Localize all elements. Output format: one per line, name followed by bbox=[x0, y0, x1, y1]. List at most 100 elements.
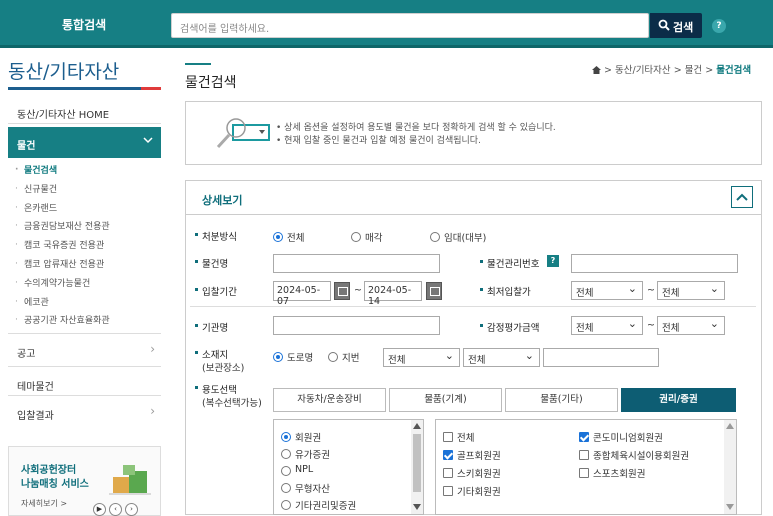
chevron-up-icon bbox=[143, 135, 153, 148]
subcategory-checkbox-sports[interactable] bbox=[579, 468, 589, 478]
category-radio-intangible[interactable] bbox=[281, 483, 291, 493]
category-radio-npl[interactable] bbox=[281, 466, 291, 476]
submenu-item-securities[interactable]: 캠코 국유증권 전용관 bbox=[14, 240, 164, 260]
sidebar-item-results[interactable]: 입찰결과 › bbox=[8, 395, 161, 428]
usage-label: 용도선택 bbox=[195, 382, 237, 396]
chevron-right-icon: › bbox=[150, 404, 155, 418]
checkbox-label: 종합체육시설이용회원권 bbox=[593, 451, 690, 462]
disposal-all-radio[interactable] bbox=[273, 232, 283, 242]
search-input[interactable]: 검색어를 입력하세요. bbox=[171, 13, 649, 38]
search-placeholder: 검색어를 입력하세요. bbox=[180, 24, 270, 35]
breadcrumb-item[interactable]: 물건 bbox=[685, 65, 702, 76]
min-bid-to-select[interactable]: 전체 bbox=[657, 281, 725, 300]
subcategory-checkbox-all[interactable] bbox=[443, 432, 453, 442]
banner-prev-button[interactable]: ‹ bbox=[109, 503, 122, 516]
submenu-item-search[interactable]: 물건검색 bbox=[14, 165, 164, 185]
min-bid-label: 최저입찰가 bbox=[480, 284, 531, 298]
scrollbar[interactable] bbox=[724, 420, 736, 514]
address-input[interactable] bbox=[543, 348, 659, 367]
banner-next-button[interactable]: › bbox=[125, 503, 138, 516]
appraisal-to-select[interactable]: 전체 bbox=[657, 316, 725, 335]
tab-goods-machinery[interactable]: 물품(기계) bbox=[389, 388, 502, 412]
submenu: 물건검색 신규물건 온카랜드 금융권담보재산 전용관 캠코 국유증권 전용관 캠… bbox=[14, 165, 164, 335]
submenu-item-onbid[interactable]: 온카랜드 bbox=[14, 203, 164, 223]
radio-label: 지번 bbox=[342, 353, 360, 364]
appraisal-from-select[interactable]: 전체 bbox=[571, 316, 643, 335]
title-underline bbox=[8, 87, 161, 90]
submenu-item-financial[interactable]: 금융권담보재산 전용관 bbox=[14, 221, 164, 241]
scroll-down-icon[interactable] bbox=[726, 504, 734, 510]
province-select[interactable]: 전체 bbox=[383, 348, 460, 367]
collapse-button[interactable] bbox=[731, 186, 753, 208]
sharing-banner[interactable]: 사회공헌장터 나눔매칭 서비스 자세히보기 > ▶ ‹ › bbox=[8, 446, 161, 516]
checkbox-label: 스키회원권 bbox=[457, 469, 501, 480]
subcategory-checkbox-ski[interactable] bbox=[443, 468, 453, 478]
home-icon[interactable] bbox=[592, 66, 601, 74]
checkbox-label: 스포츠회원권 bbox=[593, 469, 646, 480]
radio-label: 회원권 bbox=[295, 433, 322, 444]
magnifier-dropdown-illustration-icon bbox=[216, 118, 270, 149]
boxes-illustration-icon bbox=[109, 465, 151, 495]
mgmt-no-input[interactable] bbox=[571, 254, 738, 273]
tab-vehicles[interactable]: 자동차/운송장비 bbox=[273, 388, 386, 412]
search-button-label: 검색 bbox=[673, 21, 694, 34]
chevron-right-icon: › bbox=[150, 342, 155, 356]
subcategory-checkbox-other[interactable] bbox=[443, 486, 453, 496]
radio-label: 유가증권 bbox=[295, 450, 330, 461]
sidebar-item-property[interactable]: 물건 bbox=[8, 127, 161, 158]
radio-label: 기타권리및증권 bbox=[295, 501, 357, 512]
help-icon[interactable]: ? bbox=[712, 19, 726, 33]
subcategory-checkbox-golf[interactable] bbox=[443, 450, 453, 460]
agency-label: 기관명 bbox=[194, 320, 228, 334]
min-bid-from-select[interactable]: 전체 bbox=[571, 281, 643, 300]
tab-rights-securities[interactable]: 권리/증권 bbox=[621, 388, 736, 412]
divider bbox=[8, 123, 161, 124]
bid-period-label: 입찰기간 bbox=[195, 284, 237, 298]
tilde: ~ bbox=[647, 285, 655, 296]
location-label: 소재지 bbox=[194, 347, 228, 361]
panel-header: 상세보기 bbox=[186, 181, 761, 215]
date-from-input[interactable]: 2024-05-07 bbox=[273, 281, 331, 307]
sidebar-item-label: 입찰결과 bbox=[17, 411, 54, 422]
road-name-radio[interactable] bbox=[273, 352, 283, 362]
help-icon[interactable]: ? bbox=[547, 255, 559, 267]
scroll-down-icon[interactable] bbox=[413, 504, 421, 510]
banner-play-button[interactable]: ▶ bbox=[93, 503, 106, 516]
sidebar-item-label: 공고 bbox=[17, 349, 36, 360]
calendar-icon[interactable] bbox=[334, 282, 350, 300]
subcategory-checkbox-condo[interactable] bbox=[579, 432, 589, 442]
category-radio-other-rights[interactable] bbox=[281, 500, 291, 510]
disposal-lease-radio[interactable] bbox=[430, 232, 440, 242]
scroll-up-icon[interactable] bbox=[413, 423, 421, 429]
submenu-item-private-contract[interactable]: 수의계약가능물건 bbox=[14, 278, 164, 298]
agency-input[interactable] bbox=[273, 316, 440, 335]
radio-label: NPL bbox=[295, 464, 314, 475]
lot-number-radio[interactable] bbox=[328, 352, 338, 362]
category-radio-securities[interactable] bbox=[281, 449, 291, 459]
submenu-item-seized[interactable]: 캠코 압류재산 전용관 bbox=[14, 259, 164, 279]
calendar-icon[interactable] bbox=[426, 282, 442, 300]
scroll-up-icon[interactable] bbox=[726, 423, 734, 429]
sidebar-title: 동산/기타자산 bbox=[8, 61, 120, 83]
banner-more-link[interactable]: 자세히보기 > bbox=[21, 498, 67, 509]
breadcrumb-item[interactable]: 동산/기타자산 bbox=[615, 65, 671, 76]
panel-title: 상세보기 bbox=[202, 194, 243, 207]
city-select[interactable]: 전체 bbox=[463, 348, 540, 367]
sidebar: 동산/기타자산 동산/기타자산 HOME 물건 물건검색 신규물건 온카랜드 금… bbox=[0, 48, 170, 516]
tab-goods-other[interactable]: 물품(기타) bbox=[505, 388, 618, 412]
radio-label: 무형자산 bbox=[295, 484, 330, 495]
info-line: • 현재 입찰 중인 물건과 입찰 예정 물건이 검색됩니다. bbox=[276, 136, 481, 146]
scrollbar-thumb[interactable] bbox=[413, 434, 421, 492]
submenu-item-new[interactable]: 신규물건 bbox=[14, 184, 164, 204]
subcategory-checkbox-sports-facility[interactable] bbox=[579, 450, 589, 460]
location-sublabel: (보관장소) bbox=[202, 363, 245, 374]
date-to-input[interactable]: 2024-05-14 bbox=[364, 281, 422, 307]
search-button[interactable]: 검색 bbox=[650, 13, 702, 38]
category-radio-membership[interactable] bbox=[281, 432, 291, 442]
property-name-input[interactable] bbox=[273, 254, 440, 273]
sidebar-item-notice[interactable]: 공고 › bbox=[8, 333, 161, 366]
submenu-item-eco[interactable]: 에코관 bbox=[14, 297, 164, 317]
sidebar-item-home[interactable]: 동산/기타자산 HOME bbox=[17, 106, 109, 121]
disposal-sale-radio[interactable] bbox=[351, 232, 361, 242]
info-line: • 상세 옵션을 설정하여 용도별 물건을 보다 정확하게 검색 할 수 있습니… bbox=[276, 123, 556, 133]
